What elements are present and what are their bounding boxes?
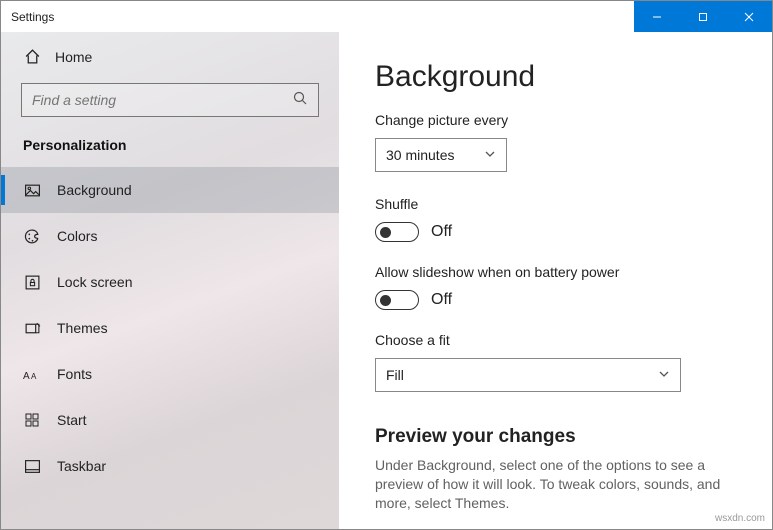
nav-label: Lock screen (57, 274, 132, 290)
nav-label: Background (57, 182, 132, 198)
settings-window: Settings Home Personalization (0, 0, 773, 530)
nav-label: Taskbar (57, 458, 106, 474)
battery-toggle[interactable] (375, 290, 419, 310)
nav: Background Colors Lock screen Themes AA … (1, 167, 339, 489)
nav-item-taskbar[interactable]: Taskbar (1, 443, 339, 489)
change-picture-value: 30 minutes (386, 147, 454, 163)
minimize-button[interactable] (634, 1, 680, 32)
svg-text:A: A (31, 372, 37, 381)
preview-description: Under Background, select one of the opti… (375, 456, 736, 513)
home-icon (23, 48, 41, 65)
nav-item-colors[interactable]: Colors (1, 213, 339, 259)
body: Home Personalization Background Colors (1, 32, 772, 529)
shuffle-row: Off (375, 222, 736, 242)
change-picture-label: Change picture every (375, 112, 736, 128)
window-title: Settings (11, 10, 54, 24)
search-input[interactable] (32, 92, 292, 108)
search-box[interactable] (21, 83, 319, 117)
nav-item-start[interactable]: Start (1, 397, 339, 443)
taskbar-icon (23, 458, 41, 475)
watermark: wsxdn.com (715, 513, 765, 524)
shuffle-toggle[interactable] (375, 222, 419, 242)
window-controls (634, 1, 772, 32)
start-icon (23, 412, 41, 428)
nav-label: Themes (57, 320, 108, 336)
fit-label: Choose a fit (375, 332, 736, 348)
content: Background Change picture every 30 minut… (339, 32, 772, 529)
section-title: Personalization (1, 135, 339, 167)
home-label: Home (55, 49, 92, 65)
battery-state: Off (431, 291, 452, 309)
themes-icon (23, 320, 41, 337)
page-title: Background (375, 60, 736, 94)
svg-text:A: A (23, 371, 30, 382)
maximize-button[interactable] (680, 1, 726, 32)
fit-combo[interactable]: Fill (375, 358, 681, 392)
chevron-down-icon (658, 367, 670, 383)
nav-item-themes[interactable]: Themes (1, 305, 339, 351)
home-link[interactable]: Home (1, 32, 339, 79)
picture-icon (23, 182, 41, 199)
search-icon (292, 90, 308, 111)
nav-item-fonts[interactable]: AA Fonts (1, 351, 339, 397)
battery-row: Off (375, 290, 736, 310)
shuffle-label: Shuffle (375, 196, 736, 212)
nav-label: Start (57, 412, 87, 428)
nav-item-lockscreen[interactable]: Lock screen (1, 259, 339, 305)
sidebar: Home Personalization Background Colors (1, 32, 339, 529)
lock-icon (23, 274, 41, 291)
nav-label: Fonts (57, 366, 92, 382)
chevron-down-icon (484, 147, 496, 163)
nav-label: Colors (57, 228, 97, 244)
preview-heading: Preview your changes (375, 426, 736, 448)
close-button[interactable] (726, 1, 772, 32)
titlebar-left: Settings (1, 10, 54, 24)
shuffle-state: Off (431, 223, 452, 241)
fit-value: Fill (386, 367, 404, 383)
change-picture-combo[interactable]: 30 minutes (375, 138, 507, 172)
palette-icon (23, 228, 41, 245)
battery-label: Allow slideshow when on battery power (375, 264, 736, 280)
fonts-icon: AA (23, 367, 41, 382)
nav-item-background[interactable]: Background (1, 167, 339, 213)
titlebar: Settings (1, 1, 772, 32)
